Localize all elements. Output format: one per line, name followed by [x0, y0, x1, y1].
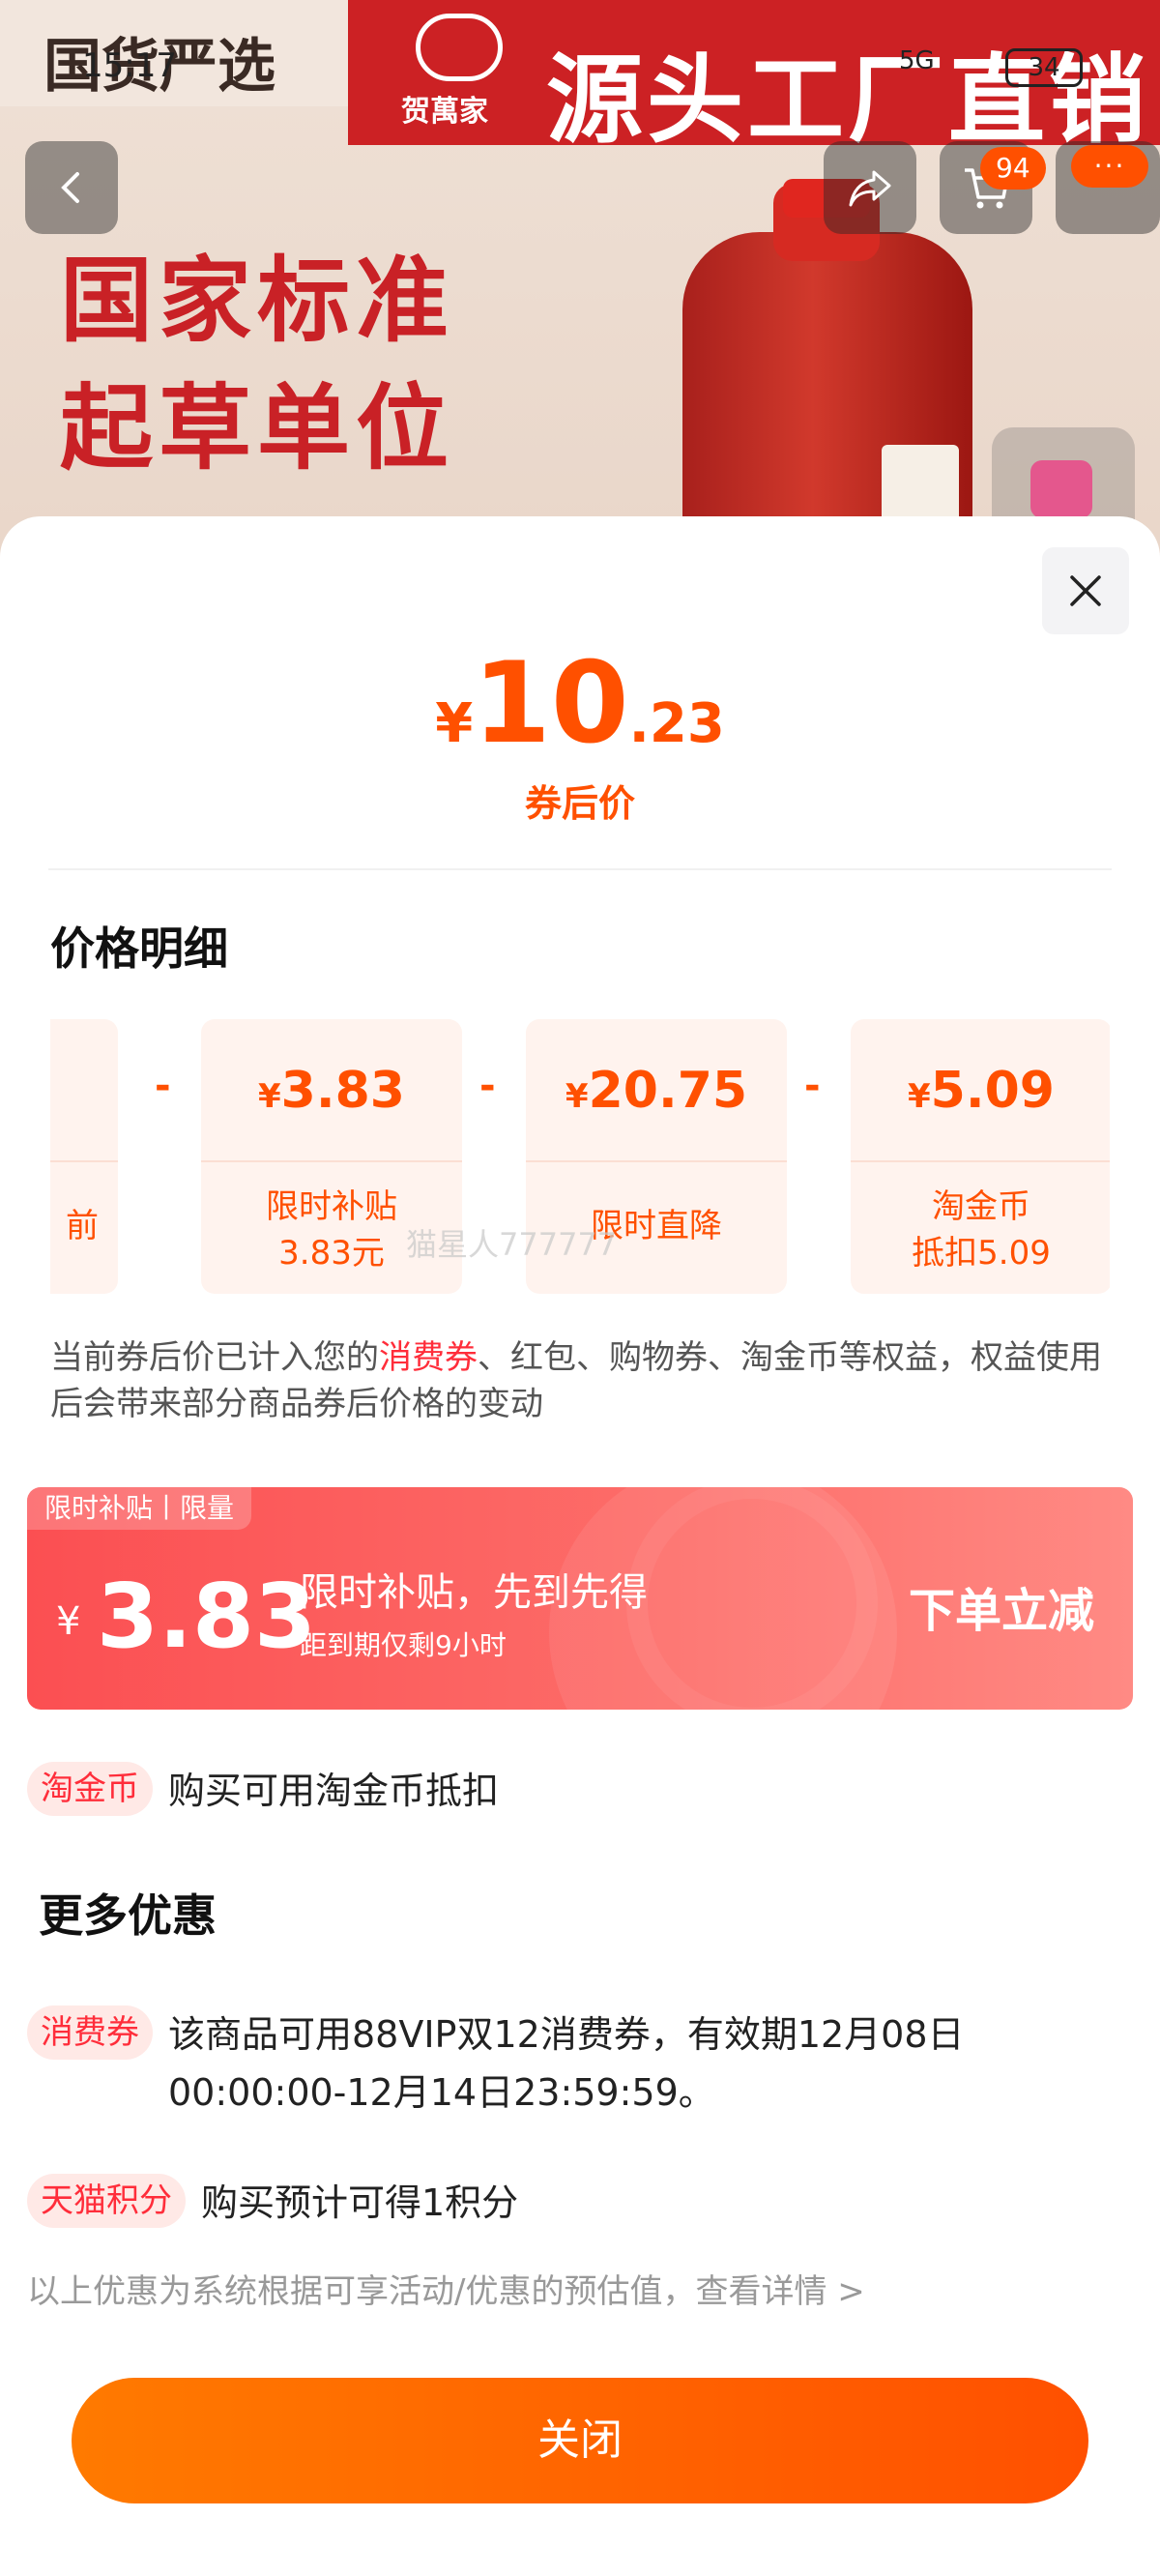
more-badge: ··· [1071, 145, 1148, 188]
minus-operator: - [479, 1064, 496, 1108]
close-button[interactable]: 关闭 [72, 2378, 1088, 2503]
brand-logo-icon [416, 14, 503, 81]
watermark: 猫星人777777 [406, 1226, 618, 1263]
subsidy-symbol: ¥ [56, 1599, 81, 1644]
cart-count-badge: 94 [980, 147, 1046, 190]
status-time: 15:17 [82, 46, 177, 85]
chart-icon [1030, 460, 1092, 518]
consumption-coupon-row: 消费券 该商品可用88VIP双12消费券，有效期12月08日00:00:00-12… [27, 2005, 1110, 2122]
note-highlight-link[interactable]: 消费券 [379, 1338, 478, 1377]
close-icon [1070, 575, 1101, 606]
back-button[interactable] [25, 141, 118, 234]
price-detail-title: 价格明细 [50, 922, 228, 975]
status-battery: 34 [1005, 48, 1083, 87]
tmall-points-row: 天猫积分 购买预计可得1积分 [27, 2174, 518, 2232]
subsidy-title: 限时补贴，先到先得 [300, 1570, 648, 1615]
subsidy-tag: 限时补贴丨限量 [27, 1487, 252, 1530]
limited-subsidy-banner[interactable]: 限时补贴丨限量 ¥ 3.83 限时补贴，先到先得 距到期仅剩9小时 下单立减 [27, 1487, 1133, 1710]
breakdown-card-taojinbi: ¥5.09 淘金币 抵扣5.09 [851, 1019, 1110, 1294]
coupon-pill: 消费券 [27, 2005, 153, 2060]
coupon-price-label: 券后价 [524, 782, 635, 825]
more-offers-title: 更多优惠 [39, 1889, 217, 1942]
breakdown-card-original: 9 前 [50, 1019, 118, 1294]
points-pill: 天猫积分 [27, 2174, 186, 2228]
banner-decoration [626, 1487, 878, 1710]
minus-operator: - [155, 1064, 171, 1108]
status-network: 5G [899, 46, 935, 75]
coupon-price: ¥10.23 [435, 638, 725, 769]
chevron-left-icon [61, 172, 79, 203]
view-details-link[interactable]: 以上优惠为系统根据可享活动/优惠的预估值，查看详情 > [27, 2265, 865, 2312]
divider [48, 868, 1112, 870]
price-note: 当前券后价已计入您的消费券、红包、购物券、淘金币等权益，权益使用后会带来部分商品… [50, 1338, 1102, 1423]
product-background: 国货严选 贺萬家 源头工厂直销 15:17 5G 34 国家标准 起草单位 94… [0, 0, 1160, 580]
brand-name: 贺萬家 [401, 95, 488, 129]
share-icon [849, 170, 891, 207]
product-headline: 国家标准 起草单位 [60, 247, 454, 483]
taojinbi-pill: 淘金币 [27, 1762, 153, 1816]
share-button[interactable] [824, 141, 916, 234]
close-icon-button[interactable] [1042, 547, 1129, 634]
subsidy-amount: 3.83 [97, 1565, 316, 1668]
taojinbi-row: 淘金币 购买可用淘金币抵扣 [27, 1762, 499, 1820]
minus-operator: - [804, 1064, 821, 1108]
subsidy-cta: 下单立减 [909, 1584, 1095, 1638]
subsidy-countdown: 距到期仅剩9小时 [300, 1629, 507, 1661]
